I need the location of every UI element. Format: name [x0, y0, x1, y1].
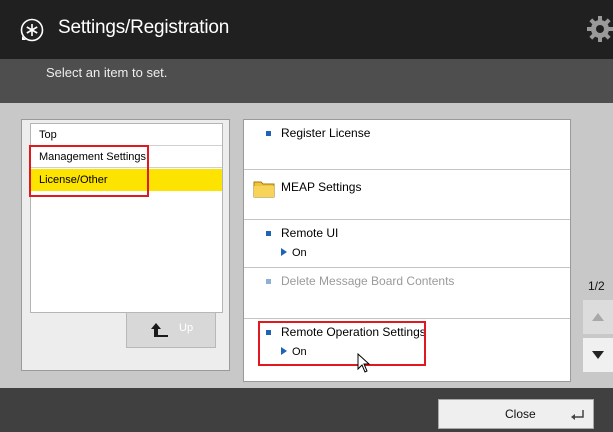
up-button[interactable]: Up — [126, 312, 216, 348]
scroll-down-button[interactable] — [583, 338, 613, 372]
list-item-value: On — [281, 346, 307, 358]
up-arrow-icon — [151, 323, 168, 337]
tree-item-management-settings[interactable]: Management Settings — [31, 146, 222, 168]
instruction-text: Select an item to set. — [46, 65, 168, 80]
list-item-label: Remote Operation Settings — [281, 325, 426, 339]
list-item-label: Register License — [281, 126, 371, 140]
list-item-delete-message-board: Delete Message Board Contents — [244, 268, 570, 319]
list-item-value: On — [281, 247, 307, 259]
play-arrow-icon — [281, 347, 287, 355]
list-item-meap-settings[interactable]: MEAP Settings — [244, 170, 570, 220]
settings-list: Register License MEAP Settings Remote UI… — [243, 119, 571, 382]
mouse-pointer-icon — [357, 353, 371, 373]
tree-item-top[interactable]: Top — [31, 124, 222, 146]
arrow-down-icon — [592, 351, 604, 359]
folder-icon — [253, 181, 275, 198]
list-item-label: Remote UI — [281, 226, 339, 240]
tree-item-license-other[interactable]: License/Other — [31, 169, 222, 191]
bottom-bar: Close — [0, 388, 613, 432]
page-title: Settings/Registration — [58, 17, 230, 38]
up-button-label: Up — [179, 322, 194, 334]
scroll-up-button[interactable] — [583, 300, 613, 334]
close-button-label: Close — [505, 407, 536, 421]
instruction-bar: Select an item to set. — [0, 59, 613, 103]
list-item-label: Delete Message Board Contents — [281, 274, 455, 288]
list-item-remote-operation-settings[interactable]: Remote Operation Settings On — [244, 319, 570, 381]
bullet-icon — [266, 330, 271, 335]
gear-icon[interactable] — [585, 14, 613, 44]
list-item-register-license[interactable]: Register License — [244, 120, 570, 170]
play-arrow-icon — [281, 248, 287, 256]
title-bar: Settings/Registration — [0, 0, 613, 59]
bullet-icon — [266, 279, 271, 284]
settings-registration-icon — [20, 18, 44, 42]
navigation-panel: Top Management Settings License/Other Up — [21, 119, 230, 371]
bullet-icon — [266, 131, 271, 136]
menu-tree: Top Management Settings License/Other — [30, 123, 223, 313]
arrow-up-icon — [592, 313, 604, 321]
main-area: Top Management Settings License/Other Up… — [0, 103, 613, 388]
bullet-icon — [266, 231, 271, 236]
list-item-remote-ui[interactable]: Remote UI On — [244, 220, 570, 268]
page-indicator: 1/2 — [588, 279, 605, 293]
list-item-label: MEAP Settings — [281, 180, 362, 194]
close-button[interactable]: Close — [438, 399, 594, 429]
enter-icon — [571, 410, 584, 420]
